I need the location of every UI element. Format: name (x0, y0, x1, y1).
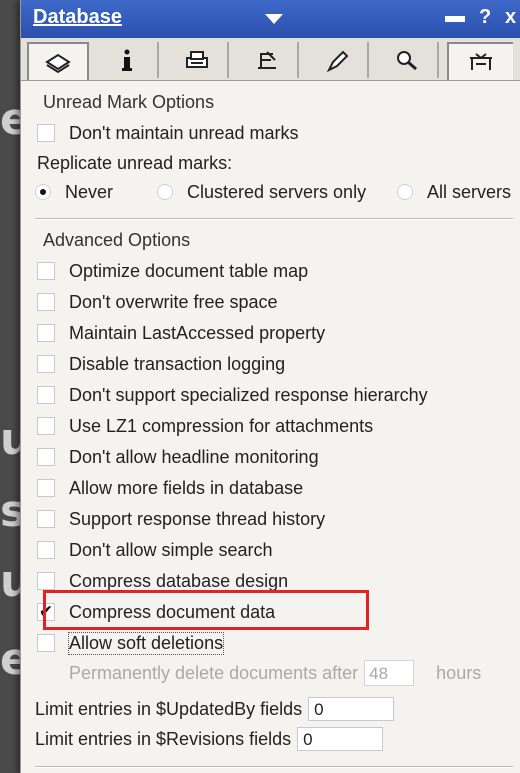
help-icon[interactable]: ? (479, 6, 491, 29)
option-label: Compress document data (69, 601, 276, 622)
launch-tab-icon (326, 50, 349, 72)
option-label: Don't maintain unread marks (69, 122, 299, 143)
database-properties-panel: Database ? x Unread Mark Options Don't m… (20, 0, 520, 773)
option-dont-overwrite-free-space[interactable]: Don't overwrite free space (37, 289, 278, 315)
tab-strip (21, 38, 520, 81)
checkbox[interactable] (37, 293, 55, 311)
radio-never[interactable]: Never (35, 179, 113, 205)
option-label: Disable transaction logging (69, 353, 286, 374)
option-label: Support response thread history (69, 508, 326, 529)
limit-updatedby-label: Limit entries in $UpdatedBy fields (35, 698, 303, 719)
option-label: Don't support specialized response hiera… (69, 384, 428, 405)
radio-selected-dot (40, 189, 46, 195)
option-label: Don't allow simple search (69, 539, 273, 560)
option-response-thread-history[interactable]: Support response thread history (37, 506, 325, 532)
option-label: Allow more fields in database (69, 477, 304, 498)
minimize-icon[interactable] (445, 16, 465, 22)
option-label: Allow soft deletions (67, 631, 225, 655)
option-compress-design[interactable]: Compress database design (37, 568, 288, 594)
info-tab-icon (122, 49, 132, 71)
radio-button[interactable] (397, 184, 413, 200)
section-heading-advanced: Advanced Options (43, 230, 191, 250)
option-label: Compress database design (69, 570, 289, 591)
option-maintain-lastaccessed[interactable]: Maintain LastAccessed property (37, 320, 325, 346)
title-bar: Database ? x (21, 0, 520, 38)
tab-basics[interactable] (27, 42, 89, 80)
tab-info[interactable] (97, 42, 159, 78)
radio-label: Clustered servers only (187, 181, 367, 202)
checkbox[interactable] (37, 448, 55, 466)
perm-delete-label: Permanently delete documents after (69, 662, 359, 683)
option-soft-deletions[interactable]: Allow soft deletions (37, 630, 225, 656)
option-lz1-compression[interactable]: Use LZ1 compression for attachments (37, 413, 373, 439)
option-more-fields[interactable]: Allow more fields in database (37, 475, 303, 501)
radio-label: Never (65, 181, 114, 202)
radio-button[interactable] (35, 184, 51, 200)
limit-revisions-label: Limit entries in $Revisions fields (35, 728, 292, 749)
tab-printer[interactable] (167, 42, 229, 78)
advanced-options-content: Unread Mark Options Don't maintain unrea… (21, 82, 520, 773)
limit-updatedby-row: Limit entries in $UpdatedBy fields 0 (35, 696, 395, 722)
printer-tab-icon (186, 51, 208, 68)
basics-tab-icon (45, 53, 71, 74)
checkbox[interactable] (37, 124, 55, 142)
option-label: Don't overwrite free space (69, 291, 278, 312)
checkbox[interactable] (37, 634, 55, 652)
checkbox[interactable] (37, 324, 55, 342)
radio-all-servers[interactable]: All servers (397, 179, 511, 205)
tab-search[interactable] (377, 42, 439, 78)
checkbox[interactable] (37, 510, 55, 528)
hours-unit-label: hours (436, 662, 482, 683)
panel-title[interactable]: Database (33, 6, 122, 29)
section-heading-unread: Unread Mark Options (43, 92, 215, 112)
option-specialized-response-hierarchy[interactable]: Don't support specialized response hiera… (37, 382, 428, 408)
close-icon[interactable]: x (505, 6, 516, 29)
radio-button[interactable] (157, 184, 173, 200)
limit-revisions-field[interactable]: 0 (297, 727, 384, 751)
option-disable-transaction-logging[interactable]: Disable transaction logging (37, 351, 285, 377)
replicate-unread-label: Replicate unread marks: (37, 150, 232, 176)
tab-design[interactable] (237, 42, 299, 78)
section-divider (35, 766, 513, 768)
checkbox[interactable] (37, 262, 55, 280)
search-tab-icon (397, 51, 417, 71)
checkbox[interactable] (37, 572, 55, 590)
radio-clustered-servers[interactable]: Clustered servers only (157, 179, 366, 205)
radio-label: All servers (427, 181, 512, 202)
permanent-delete-row: Permanently delete documents after 48 ho… (69, 660, 481, 686)
checkbox[interactable] (37, 386, 55, 404)
option-headline-monitoring[interactable]: Don't allow headline monitoring (37, 444, 319, 470)
option-label: Maintain LastAccessed property (69, 322, 326, 343)
chevron-down-icon[interactable] (265, 14, 283, 24)
option-dont-maintain-unread[interactable]: Don't maintain unread marks (37, 120, 299, 146)
checkbox[interactable] (37, 417, 55, 435)
perm-delete-hours-field[interactable]: 48 (364, 660, 415, 686)
section-divider (35, 218, 513, 220)
checkbox[interactable] (37, 541, 55, 559)
limit-updatedby-field[interactable]: 0 (308, 697, 395, 721)
option-optimize-table-map[interactable]: Optimize document table map (37, 258, 308, 284)
tab-launch[interactable] (307, 42, 369, 78)
limit-revisions-row: Limit entries in $Revisions fields 0 (35, 726, 384, 752)
option-label: Optimize document table map (69, 260, 309, 281)
option-compress-document-data[interactable]: ✔ Compress document data (37, 599, 275, 625)
tab-advanced[interactable] (447, 42, 513, 80)
checkbox-checked[interactable]: ✔ (37, 602, 55, 621)
checkbox[interactable] (37, 479, 55, 497)
design-tab-icon (258, 51, 276, 69)
checkbox[interactable] (37, 355, 55, 373)
option-label: Use LZ1 compression for attachments (69, 415, 374, 436)
advanced-tab-icon (470, 53, 492, 70)
option-simple-search[interactable]: Don't allow simple search (37, 537, 273, 563)
field-label: Replicate unread marks: (37, 152, 233, 173)
option-label: Don't allow headline monitoring (69, 446, 319, 467)
